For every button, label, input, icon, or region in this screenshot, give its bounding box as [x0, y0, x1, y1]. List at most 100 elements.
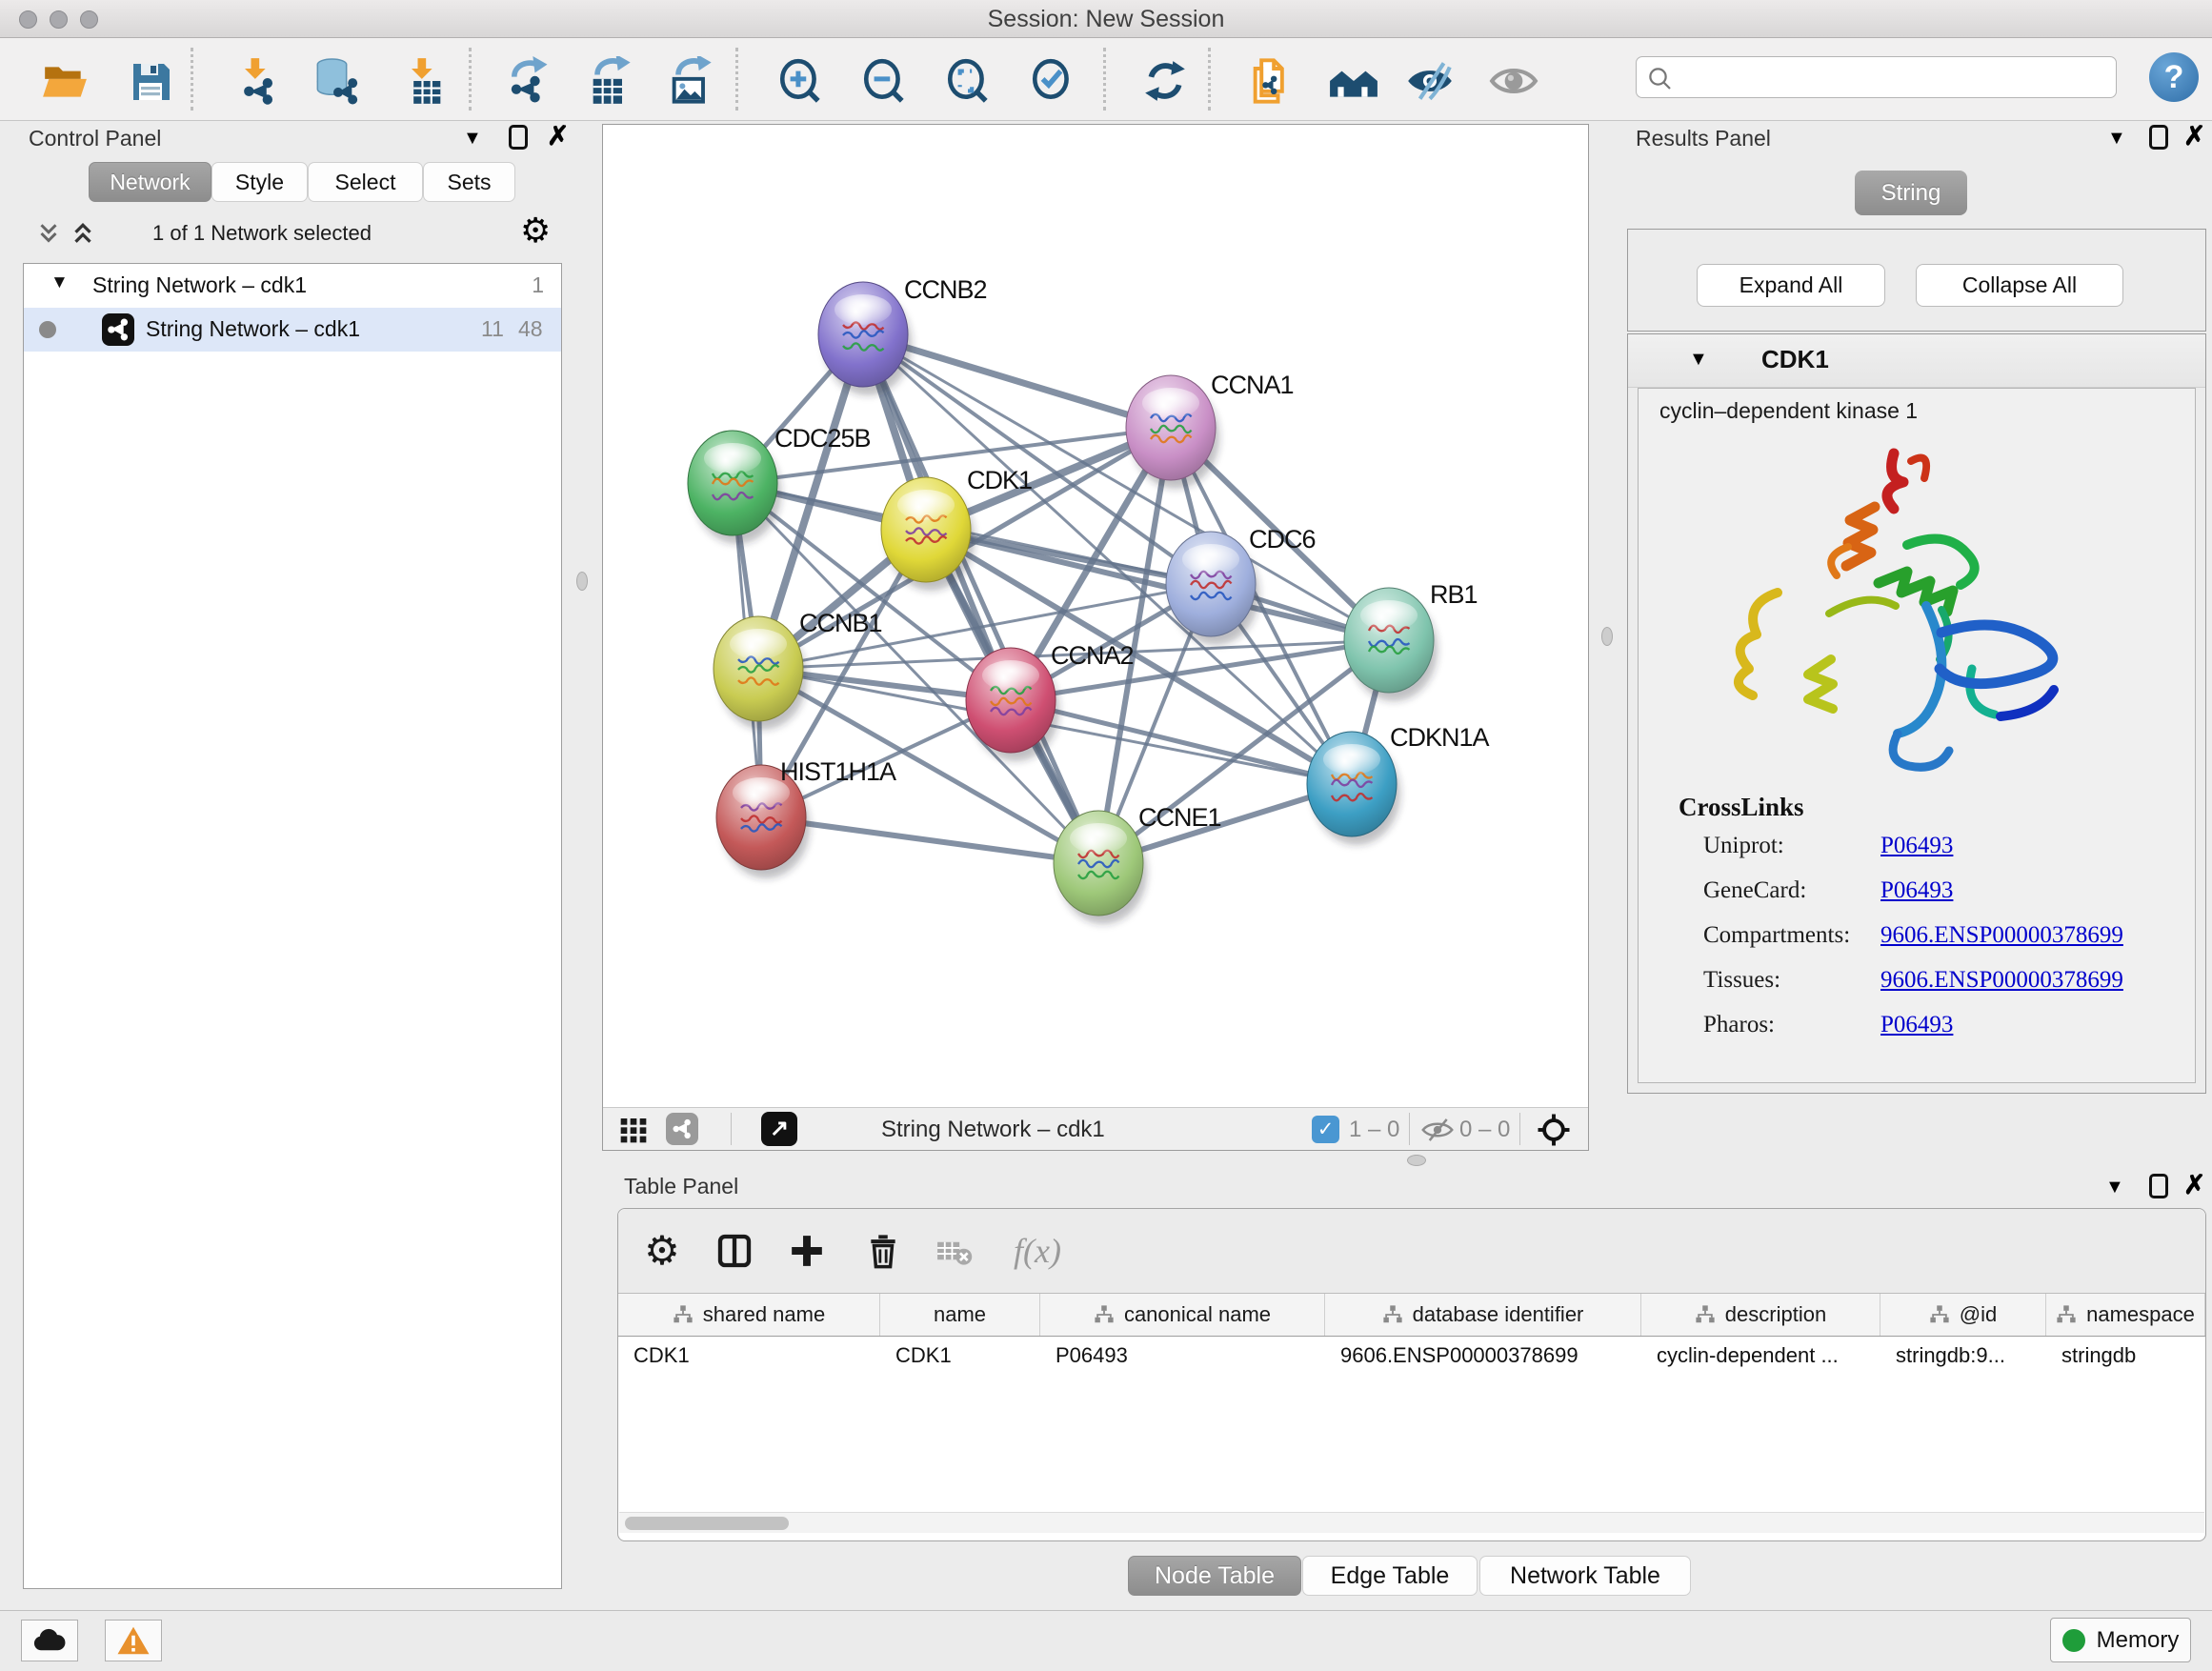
- network-node-CCNA1[interactable]: [1126, 375, 1219, 489]
- import-network-database-button[interactable]: [312, 55, 364, 107]
- crosslink-genecard-link[interactable]: P06493: [1880, 877, 1953, 903]
- tab-select[interactable]: Select: [308, 162, 423, 202]
- hidden-elements-button[interactable]: [1420, 1117, 1455, 1148]
- tab-edge-table[interactable]: Edge Table: [1302, 1556, 1478, 1596]
- grid-view-button[interactable]: [618, 1115, 649, 1150]
- tab-string[interactable]: String: [1855, 171, 1967, 215]
- birds-eye-view-button[interactable]: [1537, 1113, 1571, 1152]
- table-options-button[interactable]: ⚙: [637, 1226, 687, 1276]
- crosslink-tissues-link[interactable]: 9606.ENSP00000378699: [1880, 967, 2123, 993]
- import-table-button[interactable]: [398, 55, 450, 107]
- table-panel-menu-button[interactable]: ▼: [2105, 1178, 2124, 1198]
- table-cell[interactable]: CDK1: [618, 1337, 880, 1375]
- network-node-RB1[interactable]: [1344, 588, 1438, 701]
- column-header-canonical-name[interactable]: canonical name: [1040, 1294, 1325, 1336]
- delete-table-button[interactable]: [929, 1226, 978, 1276]
- gene-entry-header[interactable]: ▼ CDK1: [1628, 334, 2205, 388]
- control-panel-menu-button[interactable]: ▼: [463, 129, 482, 149]
- export-network-button[interactable]: [503, 55, 554, 107]
- control-panel-float-button[interactable]: [509, 125, 528, 154]
- export-table-button[interactable]: [584, 55, 635, 107]
- memory-button[interactable]: Memory: [2050, 1618, 2191, 1662]
- help-button[interactable]: ?: [2149, 52, 2199, 102]
- tab-style[interactable]: Style: [211, 162, 308, 202]
- bottom-splitter-handle[interactable]: [1407, 1155, 1426, 1166]
- crosslink-uniprot-link[interactable]: P06493: [1880, 833, 1953, 858]
- network-row-selected[interactable]: String Network – cdk1 11 48: [24, 308, 561, 352]
- selected-checkbox[interactable]: ✓: [1312, 1116, 1339, 1143]
- left-splitter-handle[interactable]: [576, 572, 588, 591]
- column-header-shared-name[interactable]: shared name: [618, 1294, 880, 1336]
- function-builder-button[interactable]: f(x): [999, 1226, 1076, 1276]
- zoom-out-button[interactable]: [858, 55, 910, 107]
- zoom-in-button[interactable]: [774, 55, 826, 107]
- network-collection-row[interactable]: ▼ String Network – cdk1 1: [24, 264, 561, 308]
- network-node-CDK1[interactable]: [881, 477, 975, 591]
- network-node-CCNB1[interactable]: [714, 616, 807, 730]
- column-header-description[interactable]: description: [1641, 1294, 1880, 1336]
- collapse-all-button[interactable]: Collapse All: [1916, 264, 2123, 307]
- table-panel-float-button[interactable]: [2149, 1174, 2168, 1203]
- control-panel-close-button[interactable]: ✗: [547, 123, 569, 150]
- table-cell[interactable]: CDK1: [880, 1337, 1040, 1375]
- table-cell[interactable]: 9606.ENSP00000378699: [1325, 1337, 1641, 1375]
- export-image-button[interactable]: [665, 55, 716, 107]
- open-session-button[interactable]: [39, 55, 90, 107]
- zoom-fit-icon: [944, 57, 992, 105]
- table-row[interactable]: CDK1CDK1P064939606.ENSP00000378699cyclin…: [618, 1337, 2205, 1375]
- zoom-fit-button[interactable]: [942, 55, 994, 107]
- copy-network-button[interactable]: [1246, 55, 1297, 107]
- cloud-status-button[interactable]: [21, 1620, 78, 1661]
- column-header-database-identifier[interactable]: database identifier: [1325, 1294, 1641, 1336]
- scrollbar-thumb[interactable]: [625, 1517, 789, 1530]
- detach-view-button[interactable]: ↗: [761, 1112, 797, 1146]
- show-glass-button[interactable]: [1488, 55, 1539, 107]
- network-node-CCNB2[interactable]: [818, 282, 912, 395]
- table-cell[interactable]: stringdb:9...: [1880, 1337, 2046, 1375]
- hide-glass-button[interactable]: [1404, 55, 1456, 107]
- tab-sets[interactable]: Sets: [423, 162, 515, 202]
- apply-layout-button[interactable]: [1139, 55, 1191, 107]
- network-node-CCNA2[interactable]: [966, 648, 1059, 761]
- create-column-button[interactable]: [782, 1226, 832, 1276]
- table-cell[interactable]: stringdb: [2046, 1337, 2205, 1375]
- table-cell[interactable]: P06493: [1040, 1337, 1325, 1375]
- network-edge[interactable]: [761, 817, 1098, 863]
- network-list-options-button[interactable]: ⚙: [520, 213, 551, 248]
- table-panel-close-button[interactable]: ✗: [2183, 1172, 2205, 1198]
- warnings-button[interactable]: [105, 1620, 162, 1661]
- horizontal-scrollbar[interactable]: [619, 1512, 2204, 1533]
- crosslink-compartments-link[interactable]: 9606.ENSP00000378699: [1880, 922, 2123, 948]
- import-network-file-button[interactable]: [231, 55, 283, 107]
- column-header-name[interactable]: name: [880, 1294, 1040, 1336]
- export-image-icon: [666, 56, 715, 106]
- show-columns-button[interactable]: [710, 1226, 759, 1276]
- results-panel-float-button[interactable]: [2149, 125, 2168, 154]
- column-header-namespace[interactable]: namespace: [2046, 1294, 2205, 1336]
- node-label-CCNA1: CCNA1: [1211, 371, 1294, 399]
- tab-network[interactable]: Network: [89, 162, 211, 202]
- network-node-CDC25B[interactable]: [688, 431, 781, 544]
- tab-network-table[interactable]: Network Table: [1479, 1556, 1691, 1596]
- entry-expander-icon[interactable]: ▼: [1689, 350, 1708, 369]
- table-cell[interactable]: cyclin-dependent ...: [1641, 1337, 1880, 1375]
- network-edge[interactable]: [863, 334, 1098, 863]
- right-splitter-handle[interactable]: [1601, 627, 1613, 646]
- tab-node-table[interactable]: Node Table: [1128, 1556, 1301, 1596]
- search-input[interactable]: [1680, 59, 2109, 95]
- network-canvas[interactable]: CCNB2CCNA1CDC25BCDK1CDC6RB1CCNB1CCNA2CDK…: [603, 125, 1588, 1107]
- results-panel-menu-button[interactable]: ▼: [2107, 129, 2126, 149]
- network-node-CDKN1A[interactable]: [1307, 732, 1400, 845]
- expand-all-button[interactable]: Expand All: [1697, 264, 1885, 307]
- crosslink-pharos-link[interactable]: P06493: [1880, 1012, 1953, 1037]
- string-home-button[interactable]: [1328, 55, 1379, 107]
- column-header-@id[interactable]: @id: [1880, 1294, 2046, 1336]
- tree-expander-icon[interactable]: ▼: [50, 273, 69, 292]
- zoom-selected-button[interactable]: [1027, 55, 1078, 107]
- network-node-CDC6[interactable]: [1166, 532, 1259, 645]
- results-panel-close-button[interactable]: ✗: [2183, 123, 2205, 150]
- save-session-button[interactable]: [125, 55, 176, 107]
- delete-column-button[interactable]: [858, 1226, 908, 1276]
- network-node-CCNE1[interactable]: [1054, 811, 1147, 924]
- network-icon-button[interactable]: [666, 1113, 698, 1145]
